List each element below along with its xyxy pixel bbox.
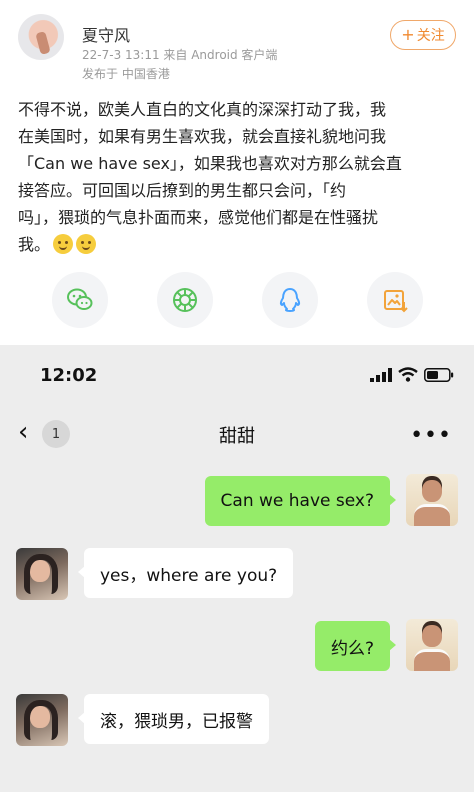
save-image-button[interactable] [367, 272, 423, 328]
share-qq-button[interactable] [262, 272, 318, 328]
weibo-post: 夏守风 22-7-3 13:11 来自 Android 客户端 发布于 中国香港… [0, 0, 474, 345]
message-bubble-sent[interactable]: Can we have sex? [204, 476, 397, 526]
username[interactable]: 夏守风 [82, 22, 130, 46]
message-text: Can we have sex? [220, 491, 374, 511]
signal-icon [370, 367, 392, 382]
message-text: 滚，猥琐男，已报警 [100, 711, 253, 732]
share-wechat-button[interactable] [52, 272, 108, 328]
post-text: 不得不说，欧美人直白的文化真的深深打动了我，我 在美国时，如果有男生喜欢我，就会… [18, 100, 402, 254]
smile-emoji-icon [76, 234, 97, 254]
chat-title: 甜甜 [219, 426, 255, 447]
chat-screenshot: 12:02 ‹ 1 甜甜 ••• Can we have sex? yes，wh… [0, 345, 474, 792]
more-options-icon[interactable]: ••• [410, 423, 452, 448]
wifi-icon [398, 367, 418, 382]
battery-icon [424, 367, 454, 382]
plus-icon: + [401, 25, 415, 44]
follow-label: 关注 [416, 28, 445, 44]
contact-avatar[interactable] [16, 548, 68, 600]
smile-emoji-icon [53, 234, 74, 254]
my-avatar[interactable] [406, 474, 458, 526]
status-bar-icons [370, 367, 454, 382]
save-image-icon [384, 290, 408, 313]
message-bubble-received[interactable]: yes，where are you? [77, 548, 294, 598]
message-bubble-received[interactable]: 滚，猥琐男，已报警 [78, 694, 269, 744]
post-content: 不得不说，欧美人直白的文化真的深深打动了我，我 在美国时，如果有男生喜欢我，就会… [18, 96, 458, 258]
message-bubble-sent[interactable]: 约么? [314, 621, 397, 671]
post-location: 发布于 中国香港 [82, 67, 170, 81]
message-text: yes，where are you? [100, 565, 278, 586]
moments-icon [173, 288, 197, 312]
contact-avatar[interactable] [16, 694, 68, 746]
user-avatar[interactable] [18, 14, 64, 60]
message-text: 约么? [330, 638, 374, 659]
qq-icon [279, 288, 301, 312]
wechat-icon [67, 288, 93, 310]
follow-button[interactable]: + 关注 [390, 20, 456, 50]
post-meta: 22-7-3 13:11 来自 Android 客户端 [82, 48, 278, 62]
my-avatar[interactable] [406, 619, 458, 671]
status-time: 12:02 [40, 365, 98, 386]
share-moments-button[interactable] [157, 272, 213, 328]
